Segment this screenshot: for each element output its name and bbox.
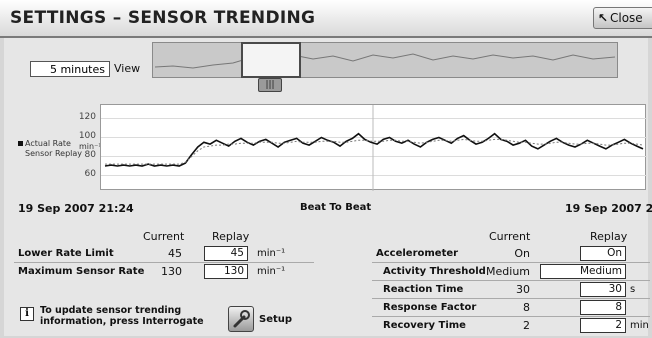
lower-rate-limit-current: 45 — [168, 247, 182, 260]
lower-rate-limit-label: Lower Rate Limit — [18, 248, 114, 259]
right-row-divider-4 — [372, 316, 650, 317]
response-factor-label: Response Factor — [383, 302, 477, 313]
reaction-time-replay-input[interactable]: 30 — [580, 282, 626, 297]
legend-actual: Actual Rate — [18, 139, 82, 149]
accelerometer-replay-input[interactable]: On — [580, 246, 626, 261]
right-row-divider-3 — [372, 298, 650, 299]
end-timestamp: 19 Sep 2007 21:29 — [565, 202, 652, 215]
title-bar: SETTINGS – SENSOR TRENDING ↖ Close — [0, 0, 652, 38]
trend-chart-svg — [101, 105, 647, 191]
right-row-divider-2 — [372, 280, 650, 281]
setup-label: Setup — [259, 314, 293, 325]
right-row-divider-1 — [372, 262, 650, 263]
recovery-time-unit: min — [630, 320, 649, 331]
recovery-time-replay-input[interactable]: 2 — [580, 318, 626, 333]
left-col-replay: Replay — [212, 230, 250, 243]
duration-select[interactable]: 5 minutes — [30, 61, 110, 77]
trend-chart — [100, 104, 647, 191]
max-sensor-rate-unit: min⁻¹ — [257, 266, 286, 277]
left-col-current: Current — [143, 230, 185, 243]
window-title: SETTINGS – SENSOR TRENDING — [10, 8, 316, 28]
reaction-time-unit: s — [630, 284, 636, 295]
response-factor-current: 8 — [523, 301, 530, 314]
max-sensor-rate-current: 130 — [161, 265, 182, 278]
activity-threshold-label: Activity Threshold — [383, 266, 486, 277]
close-button[interactable]: ↖ Close — [593, 7, 652, 29]
activity-threshold-current: Medium — [486, 265, 530, 278]
setup-button[interactable] — [228, 306, 254, 332]
info-icon: i — [20, 307, 34, 321]
response-factor-replay-input[interactable]: 8 — [580, 300, 626, 315]
overview-strip[interactable] — [152, 42, 618, 78]
y-tick-label: 120 — [78, 111, 96, 122]
accelerometer-current: On — [514, 247, 530, 260]
wrench-icon — [233, 310, 250, 328]
start-timestamp: 19 Sep 2007 21:24 — [18, 202, 134, 215]
x-axis-label: Beat To Beat — [300, 202, 372, 213]
y-tick-label: 60 — [84, 168, 96, 179]
right-col-current: Current — [489, 230, 531, 243]
close-label: Close — [610, 11, 643, 25]
y-tick-label: 100 — [78, 130, 96, 141]
legend-swatch — [18, 141, 23, 146]
settings-window: SETTINGS – SENSOR TRENDING ↖ Close 5 minu… — [0, 0, 652, 338]
recovery-time-current: 2 — [523, 319, 530, 332]
info-message: To update sensor trending information, p… — [40, 305, 204, 327]
overview-drag-handle[interactable]: ||| — [258, 78, 282, 92]
reaction-time-label: Reaction Time — [383, 284, 464, 295]
overview-trace — [154, 53, 616, 69]
lower-rate-limit-replay-input[interactable]: 45 — [204, 246, 248, 261]
activity-threshold-replay-input[interactable]: Medium — [540, 264, 626, 279]
max-sensor-rate-label: Maximum Sensor Rate — [18, 266, 145, 277]
accelerometer-label: Accelerometer — [376, 248, 459, 259]
overview-selection-window[interactable] — [241, 42, 301, 78]
left-row-divider — [14, 262, 314, 263]
reaction-time-current: 30 — [516, 283, 530, 296]
lower-rate-limit-unit: min⁻¹ — [257, 248, 286, 259]
y-tick-label: 80 — [84, 149, 96, 160]
right-col-replay: Replay — [590, 230, 628, 243]
recovery-time-label: Recovery Time — [383, 320, 466, 331]
max-sensor-rate-replay-input[interactable]: 130 — [204, 264, 248, 279]
view-label: View — [114, 62, 141, 75]
close-arrow-icon: ↖ — [598, 11, 609, 25]
actual-rate-line — [104, 132, 644, 167]
